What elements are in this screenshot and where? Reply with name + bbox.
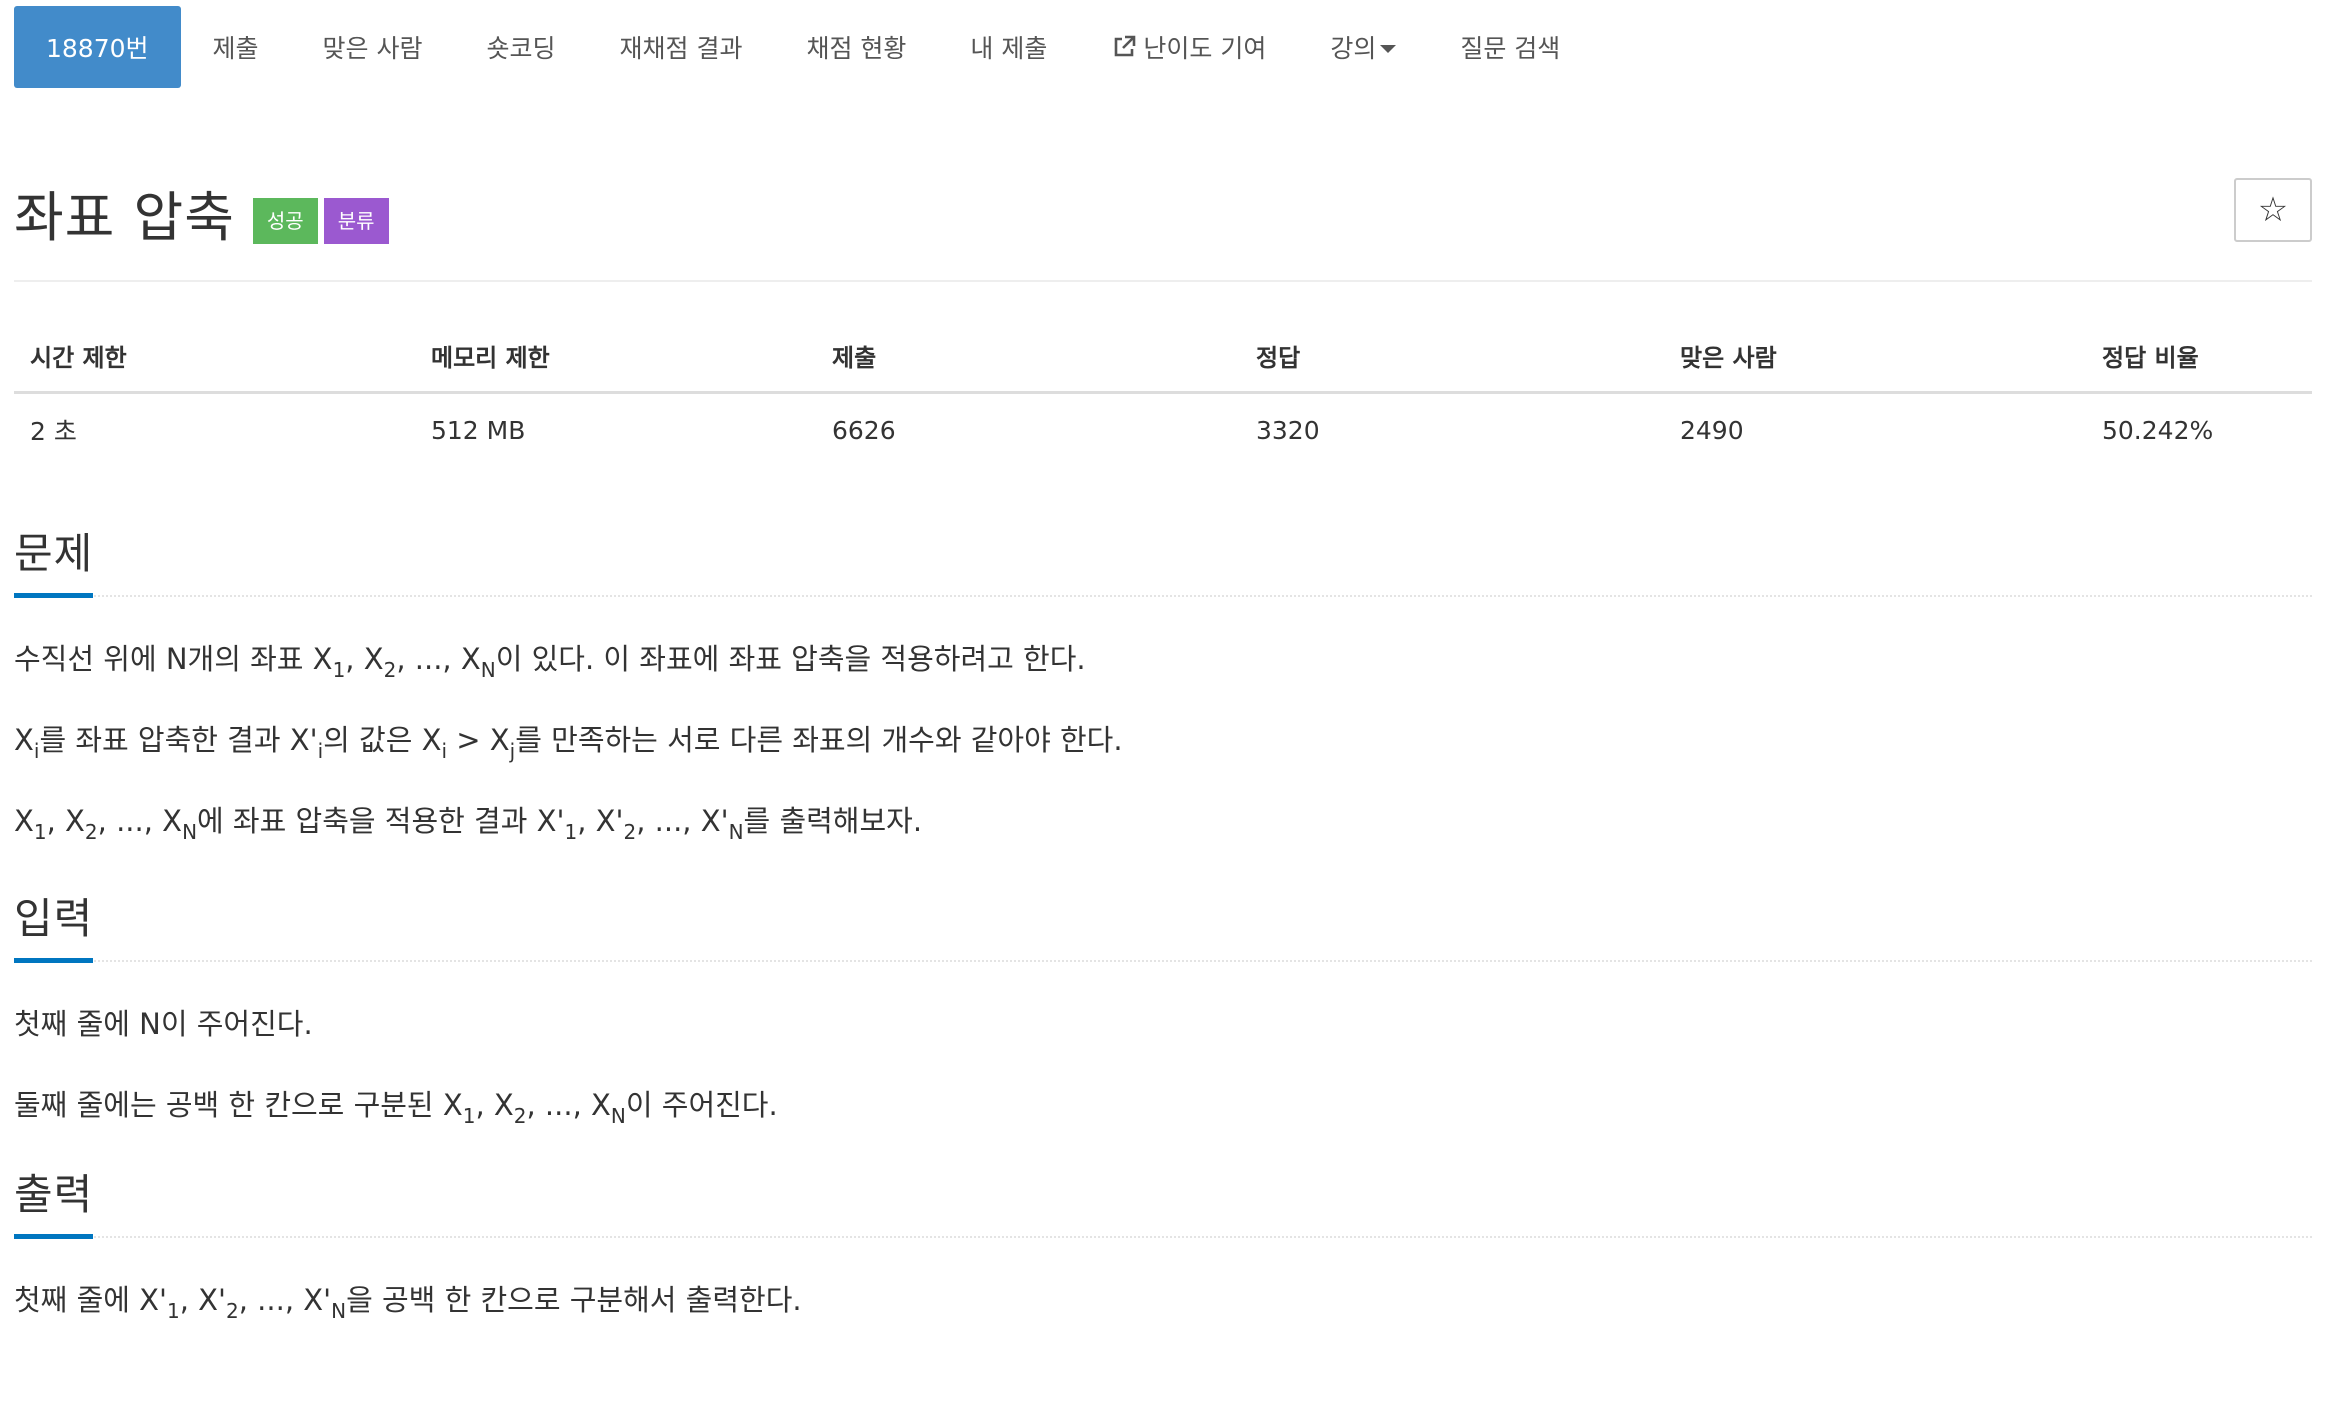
- info-header-row: 시간 제한 메모리 제한 제출 정답 맞은 사람 정답 비율: [14, 324, 2312, 394]
- output-section: 출력 첫째 줄에 X'1, X'2, ..., X'N을 공백 한 칸으로 구분…: [14, 1161, 2312, 1323]
- input-body: 첫째 줄에 N이 주어진다. 둘째 줄에는 공백 한 칸으로 구분된 X1, X…: [14, 962, 2312, 1128]
- nav-tab-lectures[interactable]: 강의: [1298, 6, 1428, 88]
- problem-description-line: 수직선 위에 N개의 좌표 X1, X2, ..., XN이 있다. 이 좌표에…: [14, 642, 1086, 682]
- info-value-row: 2 초 512 MB 6626 3320 2490 50.242%: [14, 393, 2312, 467]
- problem-description-title: 문제: [14, 520, 94, 598]
- star-icon: ☆: [2257, 191, 2289, 229]
- nav-tab-short-coding[interactable]: 숏코딩: [455, 6, 588, 88]
- nav-tab-lectures-label: 강의: [1330, 34, 1377, 63]
- output-header: 출력: [14, 1161, 2312, 1239]
- info-value-correct: 3320: [1256, 415, 1320, 445]
- input-section: 입력 첫째 줄에 N이 주어진다. 둘째 줄에는 공백 한 칸으로 구분된 X1…: [14, 885, 2312, 1128]
- nav-tab-submit[interactable]: 제출: [181, 6, 291, 88]
- problem-description-line: X1, X2, ..., XN에 좌표 압축을 적용한 결과 X'1, X'2,…: [14, 804, 923, 844]
- problem-description-line: Xi를 좌표 압축한 결과 X'i의 값은 Xi > Xj를 만족하는 서로 다…: [14, 723, 1123, 763]
- nav-tab-my-submissions[interactable]: 내 제출: [938, 6, 1079, 88]
- problem-description-section: 문제 수직선 위에 N개의 좌표 X1, X2, ..., XN이 있다. 이 …: [14, 520, 2312, 844]
- nav-tab-problem[interactable]: 18870번: [14, 6, 181, 88]
- input-header: 입력: [14, 885, 2312, 963]
- info-value-accuracy: 50.242%: [2102, 415, 2214, 445]
- info-header-memory-limit: 메모리 제한: [415, 324, 816, 394]
- category-badge[interactable]: 분류: [323, 198, 389, 244]
- output-line: 첫째 줄에 X'1, X'2, ..., X'N을 공백 한 칸으로 구분해서 …: [14, 1283, 802, 1323]
- external-link-icon: [1111, 34, 1137, 60]
- nav-tab-difficulty-label: 난이도 기여: [1143, 34, 1267, 63]
- problem-description-header: 문제: [14, 520, 2312, 598]
- output-body: 첫째 줄에 X'1, X'2, ..., X'N을 공백 한 칸으로 구분해서 …: [14, 1238, 2312, 1323]
- nav-tab-rejudge-result[interactable]: 재채점 결과: [588, 6, 775, 88]
- nav-tab-accepted-users[interactable]: 맞은 사람: [291, 6, 455, 88]
- favorite-star-button[interactable]: ☆: [2234, 178, 2312, 242]
- output-title: 출력: [14, 1161, 94, 1239]
- info-header-submissions: 제출: [816, 324, 1240, 394]
- info-header-accepted-users: 맞은 사람: [1664, 324, 2086, 394]
- caret-down-icon: [1380, 45, 1397, 53]
- info-value-memory-limit: 512 MB: [431, 415, 526, 445]
- problem-nav: 18870번 제출 맞은 사람 숏코딩 재채점 결과 채점 현황 내 제출 난이…: [14, 6, 2312, 88]
- nav-tab-difficulty-contribution[interactable]: 난이도 기여: [1079, 6, 1298, 88]
- input-line: 첫째 줄에 N이 주어진다.: [14, 1007, 313, 1041]
- input-line: 둘째 줄에는 공백 한 칸으로 구분된 X1, X2, ..., XN이 주어진…: [14, 1088, 778, 1128]
- nav-tab-question-search[interactable]: 질문 검색: [1428, 6, 1592, 88]
- problem-info-table: 시간 제한 메모리 제한 제출 정답 맞은 사람 정답 비율 2 초 512 M…: [14, 324, 2312, 466]
- success-badge: 성공: [252, 198, 318, 244]
- problem-description-body: 수직선 위에 N개의 좌표 X1, X2, ..., XN이 있다. 이 좌표에…: [14, 597, 2312, 844]
- info-value-submissions: 6626: [832, 415, 896, 445]
- info-value-accepted-users: 2490: [1680, 415, 1744, 445]
- problem-title: 좌표 압축: [14, 185, 235, 249]
- info-value-time-limit: 2 초: [30, 417, 77, 446]
- input-title: 입력: [14, 885, 94, 963]
- title-divider: [14, 280, 2312, 282]
- info-header-time-limit: 시간 제한: [14, 324, 415, 394]
- info-header-correct: 정답: [1240, 324, 1664, 394]
- problem-title-row: 좌표 압축 성공 분류 ☆: [14, 166, 2312, 258]
- problem-page: 18870번 제출 맞은 사람 숏코딩 재채점 결과 채점 현황 내 제출 난이…: [0, 6, 2328, 1406]
- info-header-accuracy: 정답 비율: [2086, 324, 2312, 394]
- nav-tab-judge-status[interactable]: 채점 현황: [774, 6, 938, 88]
